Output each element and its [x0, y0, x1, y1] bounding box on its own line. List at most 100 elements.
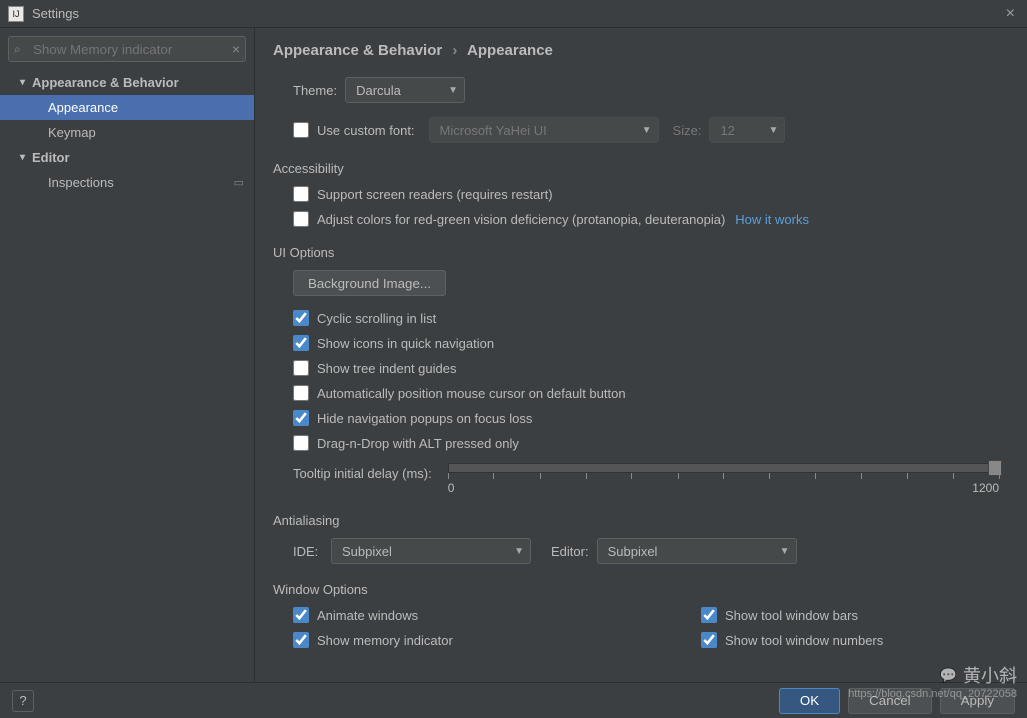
tree-keymap[interactable]: Keymap [0, 120, 254, 145]
cyclic-label: Cyclic scrolling in list [317, 311, 436, 326]
slider-ticks [448, 473, 999, 481]
breadcrumb-b: Appearance [467, 42, 553, 59]
ide-aa-dropdown[interactable]: Subpixel ▼ [331, 538, 531, 564]
tree-item-label: Editor [32, 150, 70, 165]
slider-max: 1200 [972, 481, 999, 495]
help-button[interactable]: ? [12, 690, 34, 712]
show-icons-checkbox[interactable] [293, 335, 309, 351]
theme-label: Theme: [293, 83, 337, 98]
chevron-down-icon: ▼ [769, 125, 779, 136]
search-input[interactable] [8, 36, 246, 62]
adjust-colors-label: Adjust colors for red-green vision defic… [317, 212, 725, 227]
tree-indent-row: Show tree indent guides [293, 360, 1009, 376]
cyclic-row: Cyclic scrolling in list [293, 310, 1009, 326]
antialiasing-row: IDE: Subpixel ▼ Editor: Subpixel ▼ [293, 538, 1009, 564]
auto-mouse-checkbox[interactable] [293, 385, 309, 401]
tooltip-delay-row: Tooltip initial delay (ms): 0 1200 [293, 460, 1009, 495]
theme-dropdown[interactable]: Darcula ▼ [345, 77, 465, 103]
dnd-alt-checkbox[interactable] [293, 435, 309, 451]
animate-label: Animate windows [317, 608, 418, 623]
tool-numbers-label: Show tool window numbers [725, 633, 883, 648]
chevron-down-icon: ▼ [448, 85, 458, 96]
tree-indent-label: Show tree indent guides [317, 361, 456, 376]
animate-row: Animate windows [293, 607, 581, 623]
clear-search-icon[interactable]: × [232, 41, 240, 57]
chevron-down-icon: ▼ [780, 546, 790, 557]
chevron-down-icon: ▾ [20, 152, 32, 163]
tree-item-label: Keymap [48, 125, 96, 140]
bg-image-row: Background Image... [293, 270, 1009, 296]
use-custom-font-checkbox[interactable] [293, 122, 309, 138]
auto-mouse-row: Automatically position mouse cursor on d… [293, 385, 1009, 401]
tree-item-label: Appearance & Behavior [32, 75, 179, 90]
tree-indent-checkbox[interactable] [293, 360, 309, 376]
search-wrapper: ⌕ × [8, 36, 246, 62]
auto-mouse-label: Automatically position mouse cursor on d… [317, 386, 626, 401]
cancel-button[interactable]: Cancel [848, 688, 932, 714]
search-icon: ⌕ [14, 42, 21, 57]
chevron-down-icon: ▼ [642, 125, 652, 136]
window-options-cols: Animate windows Show memory indicator Sh… [273, 607, 1009, 657]
background-image-button[interactable]: Background Image... [293, 270, 446, 296]
font-size-value: 12 [720, 123, 760, 138]
breadcrumb: Appearance & Behavior › Appearance [273, 42, 1009, 59]
window-title: Settings [32, 6, 1002, 21]
how-it-works-link[interactable]: How it works [735, 212, 809, 227]
tree-editor[interactable]: ▾ Editor [0, 145, 254, 170]
app-logo-icon: IJ [8, 6, 24, 22]
titlebar: IJ Settings × [0, 0, 1027, 28]
memory-label: Show memory indicator [317, 633, 453, 648]
show-icons-label: Show icons in quick navigation [317, 336, 494, 351]
dnd-alt-row: Drag-n-Drop with ALT pressed only [293, 435, 1009, 451]
tree-appearance[interactable]: Appearance [0, 95, 254, 120]
apply-button[interactable]: Apply [940, 688, 1015, 714]
config-profile-icon: ▭ [234, 176, 244, 189]
close-icon[interactable]: × [1002, 5, 1019, 23]
hide-nav-row: Hide navigation popups on focus loss [293, 410, 1009, 426]
tool-bars-checkbox[interactable] [701, 607, 717, 623]
ui-options-heading: UI Options [273, 245, 1009, 260]
hide-nav-checkbox[interactable] [293, 410, 309, 426]
tree-inspections[interactable]: Inspections ▭ [0, 170, 254, 195]
window-options-right: Show tool window bars Show tool window n… [701, 607, 1009, 657]
tree-item-label: Appearance [48, 100, 118, 115]
tooltip-delay-slider[interactable] [448, 463, 999, 473]
tree-appearance-behavior[interactable]: ▾ Appearance & Behavior [0, 70, 254, 95]
content-panel: Appearance & Behavior › Appearance Theme… [255, 28, 1027, 682]
chevron-right-icon: › [452, 42, 457, 59]
tool-numbers-checkbox[interactable] [701, 632, 717, 648]
font-dropdown[interactable]: Microsoft YaHei UI ▼ [429, 117, 659, 143]
font-size-field[interactable]: 12 ▼ [709, 117, 785, 143]
screen-readers-checkbox[interactable] [293, 186, 309, 202]
show-memory-checkbox[interactable] [293, 632, 309, 648]
chevron-down-icon: ▼ [514, 546, 524, 557]
tool-bars-label: Show tool window bars [725, 608, 858, 623]
hide-nav-label: Hide navigation popups on focus loss [317, 411, 532, 426]
content-body: ⌕ × ▾ Appearance & Behavior Appearance K… [0, 28, 1027, 682]
cyclic-scrolling-checkbox[interactable] [293, 310, 309, 326]
ide-aa-value: Subpixel [342, 544, 506, 559]
slider-container: 0 1200 [448, 460, 1009, 495]
show-icons-row: Show icons in quick navigation [293, 335, 1009, 351]
editor-aa-dropdown[interactable]: Subpixel ▼ [597, 538, 797, 564]
slider-labels: 0 1200 [448, 481, 999, 495]
settings-tree: ▾ Appearance & Behavior Appearance Keyma… [0, 70, 254, 195]
font-value: Microsoft YaHei UI [440, 123, 634, 138]
theme-row: Theme: Darcula ▼ [293, 77, 1009, 103]
size-label: Size: [673, 123, 702, 138]
animate-windows-checkbox[interactable] [293, 607, 309, 623]
adjust-colors-checkbox[interactable] [293, 211, 309, 227]
ok-button[interactable]: OK [779, 688, 840, 714]
accessibility-heading: Accessibility [273, 161, 1009, 176]
editor-aa-label: Editor: [551, 544, 589, 559]
tree-item-label: Inspections [48, 175, 114, 190]
memory-row: Show memory indicator [293, 632, 581, 648]
antialiasing-heading: Antialiasing [273, 513, 1009, 528]
window-options-heading: Window Options [273, 582, 1009, 597]
screen-readers-row: Support screen readers (requires restart… [293, 186, 1009, 202]
custom-font-label: Use custom font: [317, 123, 415, 138]
slider-min: 0 [448, 481, 455, 495]
tool-bars-row: Show tool window bars [701, 607, 1009, 623]
footer: ? OK Cancel Apply [0, 682, 1027, 718]
sidebar: ⌕ × ▾ Appearance & Behavior Appearance K… [0, 28, 255, 682]
